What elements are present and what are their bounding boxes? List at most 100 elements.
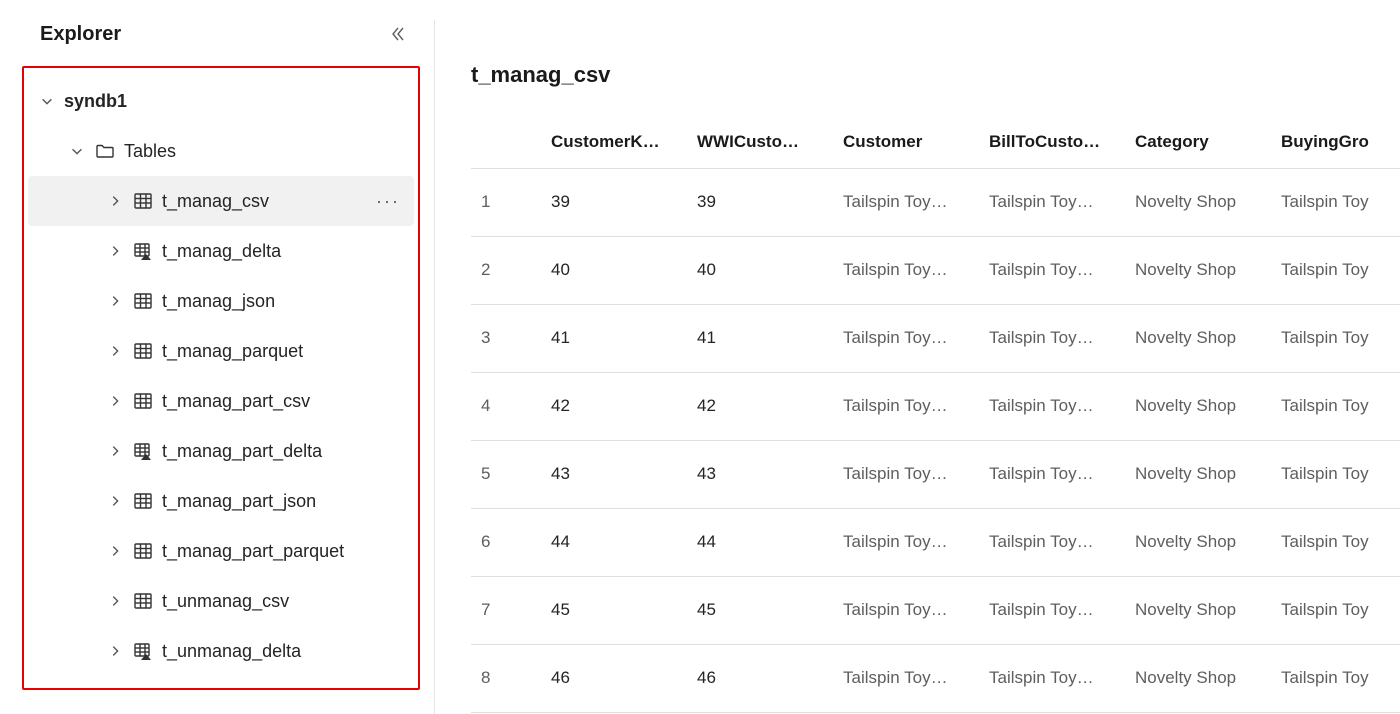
cell: 45 <box>687 576 833 644</box>
tree-node-table[interactable]: t_unmanag_delta <box>28 626 414 676</box>
chevron-double-left-icon <box>390 26 406 42</box>
cell: Tailspin Toy… <box>979 644 1125 712</box>
row-index: 7 <box>471 576 541 644</box>
table-row[interactable]: 24040Tailspin Toy…Tailspin Toy…Novelty S… <box>471 236 1400 304</box>
tree-node-table[interactable]: t_manag_part_csv <box>28 376 414 426</box>
chevron-right-icon <box>106 492 124 510</box>
vertical-divider <box>434 20 435 714</box>
more-actions-button[interactable]: ··· <box>376 191 400 212</box>
tree-node-label: t_manag_delta <box>162 241 281 262</box>
cell: Tailspin Toy <box>1271 644 1400 712</box>
cell: Novelty Shop <box>1125 168 1271 236</box>
cell: Tailspin Toy… <box>833 644 979 712</box>
cell: Tailspin Toy… <box>979 372 1125 440</box>
cell: 42 <box>687 372 833 440</box>
table-row[interactable]: 54343Tailspin Toy…Tailspin Toy…Novelty S… <box>471 440 1400 508</box>
tree-node-label: t_manag_part_parquet <box>162 541 344 562</box>
cell: Tailspin Toy… <box>833 372 979 440</box>
tree-node-table[interactable]: t_unmanag_csv <box>28 576 414 626</box>
table-icon <box>132 390 154 412</box>
cell: Tailspin Toy… <box>833 168 979 236</box>
table-delta-icon <box>132 240 154 262</box>
cell: 40 <box>541 236 687 304</box>
cell: Tailspin Toy <box>1271 236 1400 304</box>
collapse-sidebar-button[interactable] <box>386 22 410 46</box>
table-row[interactable]: 84646Tailspin Toy…Tailspin Toy…Novelty S… <box>471 644 1400 712</box>
tree-node-table[interactable]: t_manag_part_parquet <box>28 526 414 576</box>
row-index: 6 <box>471 508 541 576</box>
tree-node-label: t_manag_part_delta <box>162 441 322 462</box>
cell: 43 <box>541 440 687 508</box>
tree-node-label: t_unmanag_csv <box>162 591 289 612</box>
chevron-right-icon <box>106 292 124 310</box>
table-row[interactable]: 64444Tailspin Toy…Tailspin Toy…Novelty S… <box>471 508 1400 576</box>
table-row[interactable]: 13939Tailspin Toy…Tailspin Toy…Novelty S… <box>471 168 1400 236</box>
table-icon <box>132 340 154 362</box>
column-header-index <box>471 116 541 168</box>
cell: Tailspin Toy… <box>979 440 1125 508</box>
chevron-down-icon <box>38 92 56 110</box>
cell: Novelty Shop <box>1125 304 1271 372</box>
table-row[interactable]: 74545Tailspin Toy…Tailspin Toy…Novelty S… <box>471 576 1400 644</box>
cell: Tailspin Toy <box>1271 372 1400 440</box>
chevron-right-icon <box>106 192 124 210</box>
cell: 46 <box>687 644 833 712</box>
tree-node-table[interactable]: t_manag_parquet <box>28 326 414 376</box>
cell: Tailspin Toy <box>1271 168 1400 236</box>
tree-node-label: t_manag_part_csv <box>162 391 310 412</box>
chevron-right-icon <box>106 542 124 560</box>
cell: Tailspin Toy <box>1271 508 1400 576</box>
chevron-right-icon <box>106 642 124 660</box>
column-header[interactable]: Customer <box>833 116 979 168</box>
tree-node-label: t_manag_part_json <box>162 491 316 512</box>
column-header[interactable]: CustomerK… <box>541 116 687 168</box>
cell: Novelty Shop <box>1125 236 1271 304</box>
cell: Tailspin Toy… <box>833 304 979 372</box>
cell: Tailspin Toy… <box>979 576 1125 644</box>
table-icon <box>132 590 154 612</box>
tree-node-label: t_manag_json <box>162 291 275 312</box>
tree-node-label: t_manag_parquet <box>162 341 303 362</box>
table-icon <box>132 290 154 312</box>
tree-node-tables-folder[interactable]: Tables <box>28 126 414 176</box>
column-header[interactable]: WWICusto… <box>687 116 833 168</box>
tree-node-label: Tables <box>124 141 176 162</box>
cell: Tailspin Toy… <box>979 236 1125 304</box>
cell: 43 <box>687 440 833 508</box>
table-icon <box>132 490 154 512</box>
tree-node-table[interactable]: t_manag_json <box>28 276 414 326</box>
tree-node-table[interactable]: t_manag_csv··· <box>28 176 414 226</box>
cell: 45 <box>541 576 687 644</box>
explorer-panel: Explorer syndb1 <box>0 20 428 714</box>
preview-panel: t_manag_csv CustomerK…WWICusto…CustomerB… <box>441 20 1400 714</box>
table-row[interactable]: 34141Tailspin Toy…Tailspin Toy…Novelty S… <box>471 304 1400 372</box>
table-delta-icon <box>132 640 154 662</box>
tree-node-table[interactable]: t_manag_delta <box>28 226 414 276</box>
row-index: 2 <box>471 236 541 304</box>
cell: Tailspin Toy <box>1271 304 1400 372</box>
cell: Tailspin Toy… <box>833 440 979 508</box>
cell: 41 <box>687 304 833 372</box>
tree-node-table[interactable]: t_manag_part_delta <box>28 426 414 476</box>
cell: 41 <box>541 304 687 372</box>
table-icon <box>132 540 154 562</box>
row-index: 8 <box>471 644 541 712</box>
cell: 44 <box>687 508 833 576</box>
tree-node-label: t_unmanag_delta <box>162 641 301 662</box>
cell: 39 <box>687 168 833 236</box>
tree-node-database[interactable]: syndb1 <box>28 76 414 126</box>
row-index: 5 <box>471 440 541 508</box>
column-header[interactable]: BillToCusto… <box>979 116 1125 168</box>
cell: Tailspin Toy <box>1271 440 1400 508</box>
cell: Tailspin Toy… <box>833 508 979 576</box>
tree-node-table[interactable]: t_manag_part_json <box>28 476 414 526</box>
column-header[interactable]: Category <box>1125 116 1271 168</box>
tree-highlight: syndb1 Tables t_manag_csv··· t_manag_delt… <box>22 66 420 690</box>
tree-node-label: syndb1 <box>64 91 127 112</box>
cell: Novelty Shop <box>1125 440 1271 508</box>
cell: Novelty Shop <box>1125 372 1271 440</box>
table-row[interactable]: 44242Tailspin Toy…Tailspin Toy…Novelty S… <box>471 372 1400 440</box>
column-header[interactable]: BuyingGro <box>1271 116 1400 168</box>
cell: Tailspin Toy… <box>833 576 979 644</box>
chevron-right-icon <box>106 392 124 410</box>
